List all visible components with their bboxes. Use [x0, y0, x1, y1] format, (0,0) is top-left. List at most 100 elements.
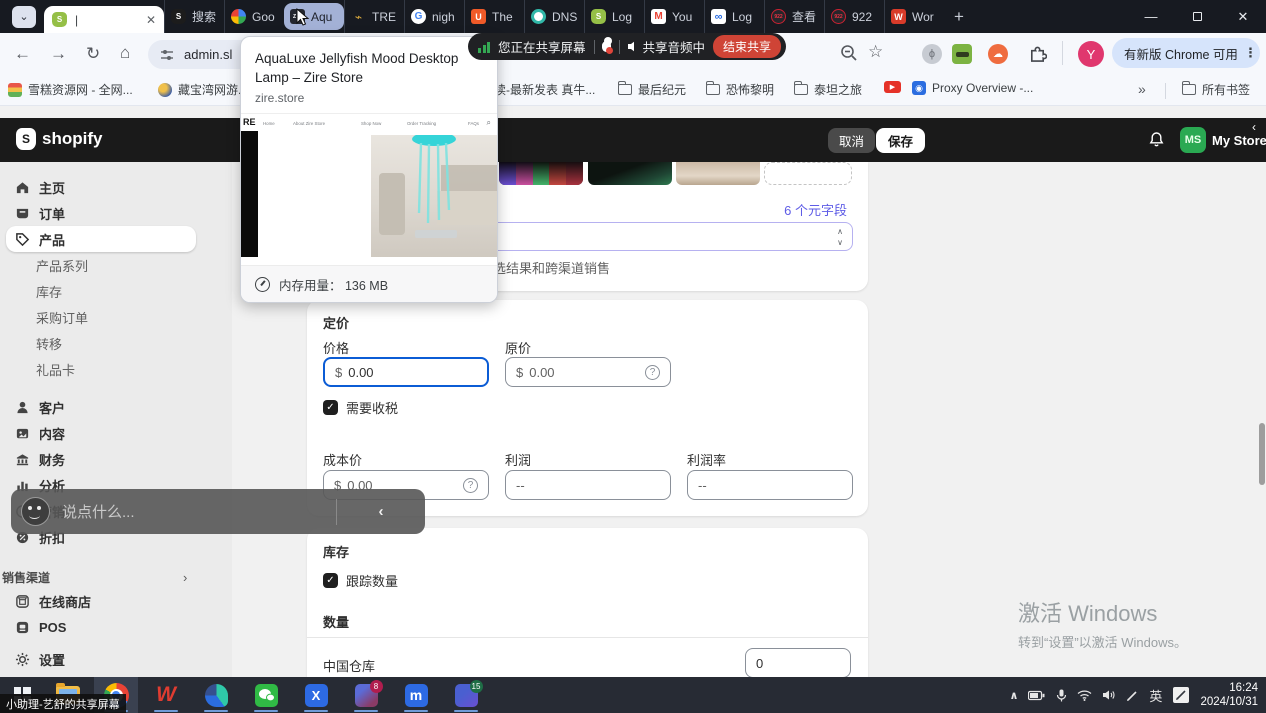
sidebar-item-online-store[interactable]: 在线商店	[0, 588, 232, 614]
kebab-menu-icon[interactable]: ⋮	[1244, 45, 1257, 61]
product-thumbnail[interactable]	[676, 162, 760, 185]
sidebar-item-content[interactable]: 内容	[0, 420, 232, 446]
metafields-link[interactable]: 6 个元字段	[784, 200, 847, 219]
close-button[interactable]: ✕	[1220, 0, 1266, 33]
tablet-note-icon[interactable]	[1172, 686, 1190, 704]
tab-search-button[interactable]: ⌄	[12, 6, 36, 28]
tab-you[interactable]: MYou	[644, 0, 704, 33]
compare-price-input[interactable]: $ 0.00 ?	[505, 357, 671, 387]
tray-chevron-up-icon[interactable]: ∧	[1009, 689, 1018, 702]
save-button[interactable]: 保存	[876, 128, 925, 153]
zoom-out-icon[interactable]	[840, 44, 858, 67]
price-input[interactable]: $ 0.00	[323, 357, 489, 387]
bookmark-proxy[interactable]: ◉Proxy Overview -...	[912, 81, 1033, 95]
tab-wor[interactable]: WWor	[884, 0, 944, 33]
add-media-tile[interactable]	[764, 162, 852, 185]
tab-the[interactable]: UThe	[464, 0, 524, 33]
sidebar-item-pos[interactable]: POS	[0, 614, 232, 640]
sidebar-item-orders[interactable]: 订单	[0, 200, 232, 226]
sidebar-item-transfers[interactable]: 转移	[0, 330, 232, 356]
tab-goo[interactable]: Goo	[224, 0, 284, 33]
back-icon[interactable]: ←	[14, 44, 31, 64]
bookmark-youtube[interactable]: ▶	[884, 81, 901, 93]
volume-icon[interactable]	[1102, 689, 1116, 701]
bookmark-folder-grimdawn[interactable]: 恐怖黎明	[706, 81, 774, 98]
sidebar-item-inventory[interactable]: 库存	[0, 278, 232, 304]
wifi-icon[interactable]	[1077, 689, 1092, 701]
app-15-button[interactable]: 15	[444, 677, 488, 713]
sidebar-item-products[interactable]: 产品	[6, 226, 196, 252]
tab-sousuo[interactable]: S搜索	[164, 0, 224, 33]
microphone-icon[interactable]	[1056, 689, 1067, 702]
bookmark-xuegao[interactable]: 雪糕资源网 - 全网...	[8, 81, 133, 98]
tab-nigh[interactable]: Gnigh	[404, 0, 464, 33]
product-thumbnail-variants[interactable]	[499, 162, 583, 185]
extensions-puzzle-icon[interactable]	[1028, 44, 1047, 68]
notifications-bell-icon[interactable]	[1148, 131, 1165, 153]
bookmark-folder-titanquest[interactable]: 泰坦之旅	[794, 81, 862, 98]
all-bookmarks[interactable]: 所有书签	[1182, 81, 1250, 98]
sidebar-item-finance[interactable]: 财务	[0, 446, 232, 472]
chevron-left-icon[interactable]: ‹	[1252, 120, 1256, 134]
help-icon[interactable]: ?	[645, 365, 660, 380]
extension-green-icon[interactable]	[952, 44, 972, 64]
x-app-button[interactable]: X	[294, 677, 338, 713]
active-tab[interactable]: S | ✕	[44, 6, 164, 33]
cancel-button[interactable]: 取消	[828, 128, 875, 153]
sidebar-item-settings[interactable]: 设置	[0, 646, 232, 672]
reload-icon[interactable]: ↻	[86, 44, 100, 64]
chrome-update-pill[interactable]: 有新版 Chrome 可用 ⋮	[1112, 38, 1260, 68]
help-icon[interactable]: ?	[463, 478, 478, 493]
tab-chakan[interactable]: 922查看	[764, 0, 824, 33]
tray-clock[interactable]: 16:24 2024/10/31	[1200, 681, 1258, 709]
margin-input[interactable]: --	[687, 470, 853, 500]
sales-channels-header[interactable]: 销售渠道 ›	[0, 566, 232, 588]
tab-log1[interactable]: SLog	[584, 0, 644, 33]
ime-indicator[interactable]: 英	[1149, 686, 1162, 705]
tab-close-icon[interactable]: ✕	[146, 13, 156, 27]
collapse-widget-button[interactable]: ‹	[337, 503, 425, 520]
tab-tre[interactable]: ⌁TRE	[344, 0, 404, 33]
profile-avatar[interactable]: Y	[1078, 41, 1104, 67]
checkbox-checked-icon[interactable]: ✓	[323, 400, 338, 415]
bookmarks-overflow-chevron[interactable]: »	[1138, 81, 1146, 97]
wechat-taskbar-button[interactable]	[244, 677, 288, 713]
floating-chat-widget[interactable]: 说点什么... ‹	[11, 489, 425, 534]
m-app-button[interactable]: m	[394, 677, 438, 713]
tab-aqualuxe[interactable]: ZIRAqu	[284, 3, 344, 30]
sidebar-item-gift-cards[interactable]: 礼品卡	[0, 356, 232, 382]
pen-icon[interactable]	[1126, 689, 1139, 702]
end-share-button[interactable]: 结束共享	[713, 35, 781, 58]
restore-button[interactable]	[1174, 0, 1220, 33]
store-avatar[interactable]: MS	[1180, 127, 1206, 153]
extension-cloud-icon[interactable]: ☁	[988, 44, 1008, 64]
track-quantity-row[interactable]: ✓ 跟踪数量	[323, 571, 398, 590]
extension-gray-icon[interactable]: ϕ	[922, 44, 942, 64]
bookmark-folder-lastepoch[interactable]: 最后纪元	[618, 81, 686, 98]
tab-922[interactable]: 922922	[824, 0, 884, 33]
bookmark-partial[interactable]: 读-最新发表 真牛...	[494, 81, 595, 98]
tax-checkbox-row[interactable]: ✓ 需要收税	[323, 398, 398, 417]
sidebar-item-home[interactable]: 主页	[0, 174, 232, 200]
sidebar-item-purchase-orders[interactable]: 采购订单	[0, 304, 232, 330]
page-scrollbar[interactable]	[1259, 423, 1265, 485]
wps-taskbar-button[interactable]: W	[144, 677, 188, 713]
battery-icon[interactable]	[1028, 690, 1046, 701]
forward-icon[interactable]: →	[50, 44, 67, 64]
sidebar-item-collections[interactable]: 产品系列	[0, 252, 232, 278]
minimize-button[interactable]: —	[1128, 0, 1174, 33]
bookmark-star-icon[interactable]: ☆	[868, 42, 883, 62]
sidebar-item-customers[interactable]: 客户	[0, 394, 232, 420]
tab-log2[interactable]: ∞Log	[704, 0, 764, 33]
checkbox-checked-icon[interactable]: ✓	[323, 573, 338, 588]
profit-input[interactable]: --	[505, 470, 671, 500]
home-icon[interactable]: ⌂	[120, 43, 130, 63]
tab-dns[interactable]: DNS	[524, 0, 584, 33]
bookmark-zangbaowan[interactable]: 藏宝湾网游...	[158, 81, 248, 98]
quantity-input[interactable]: 0	[745, 648, 851, 678]
new-tab-button[interactable]: +	[954, 7, 964, 27]
product-thumbnail[interactable]	[588, 162, 672, 185]
teal-app-button[interactable]	[194, 677, 238, 713]
chat-input-placeholder[interactable]: 说点什么...	[62, 501, 336, 522]
meeting-app-button[interactable]: 8	[344, 677, 388, 713]
